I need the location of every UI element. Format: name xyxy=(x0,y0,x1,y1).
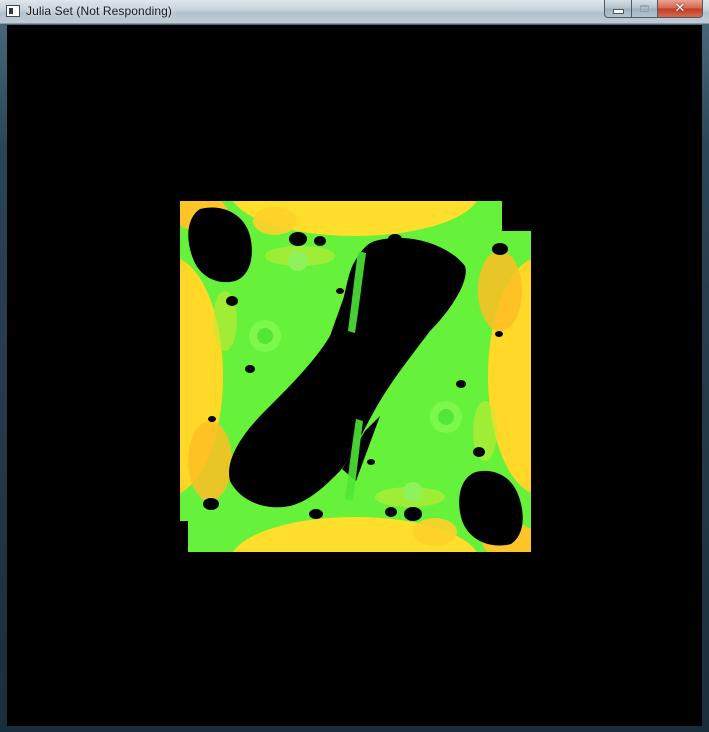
close-button[interactable]: ✕ xyxy=(657,0,703,18)
close-icon: ✕ xyxy=(674,1,686,16)
application-window: Julia Set (Not Responding) ✕ xyxy=(0,0,709,732)
app-window-icon[interactable] xyxy=(6,5,20,17)
minimize-button[interactable] xyxy=(604,0,631,18)
minimize-icon xyxy=(612,9,624,14)
julia-set-image xyxy=(180,201,531,552)
maximize-icon xyxy=(640,5,649,12)
title-bar[interactable]: Julia Set (Not Responding) ✕ xyxy=(0,0,709,24)
maximize-button[interactable] xyxy=(631,0,657,18)
caption-buttons: ✕ xyxy=(604,0,703,18)
window-title: Julia Set (Not Responding) xyxy=(26,4,173,18)
render-canvas[interactable] xyxy=(7,25,702,726)
